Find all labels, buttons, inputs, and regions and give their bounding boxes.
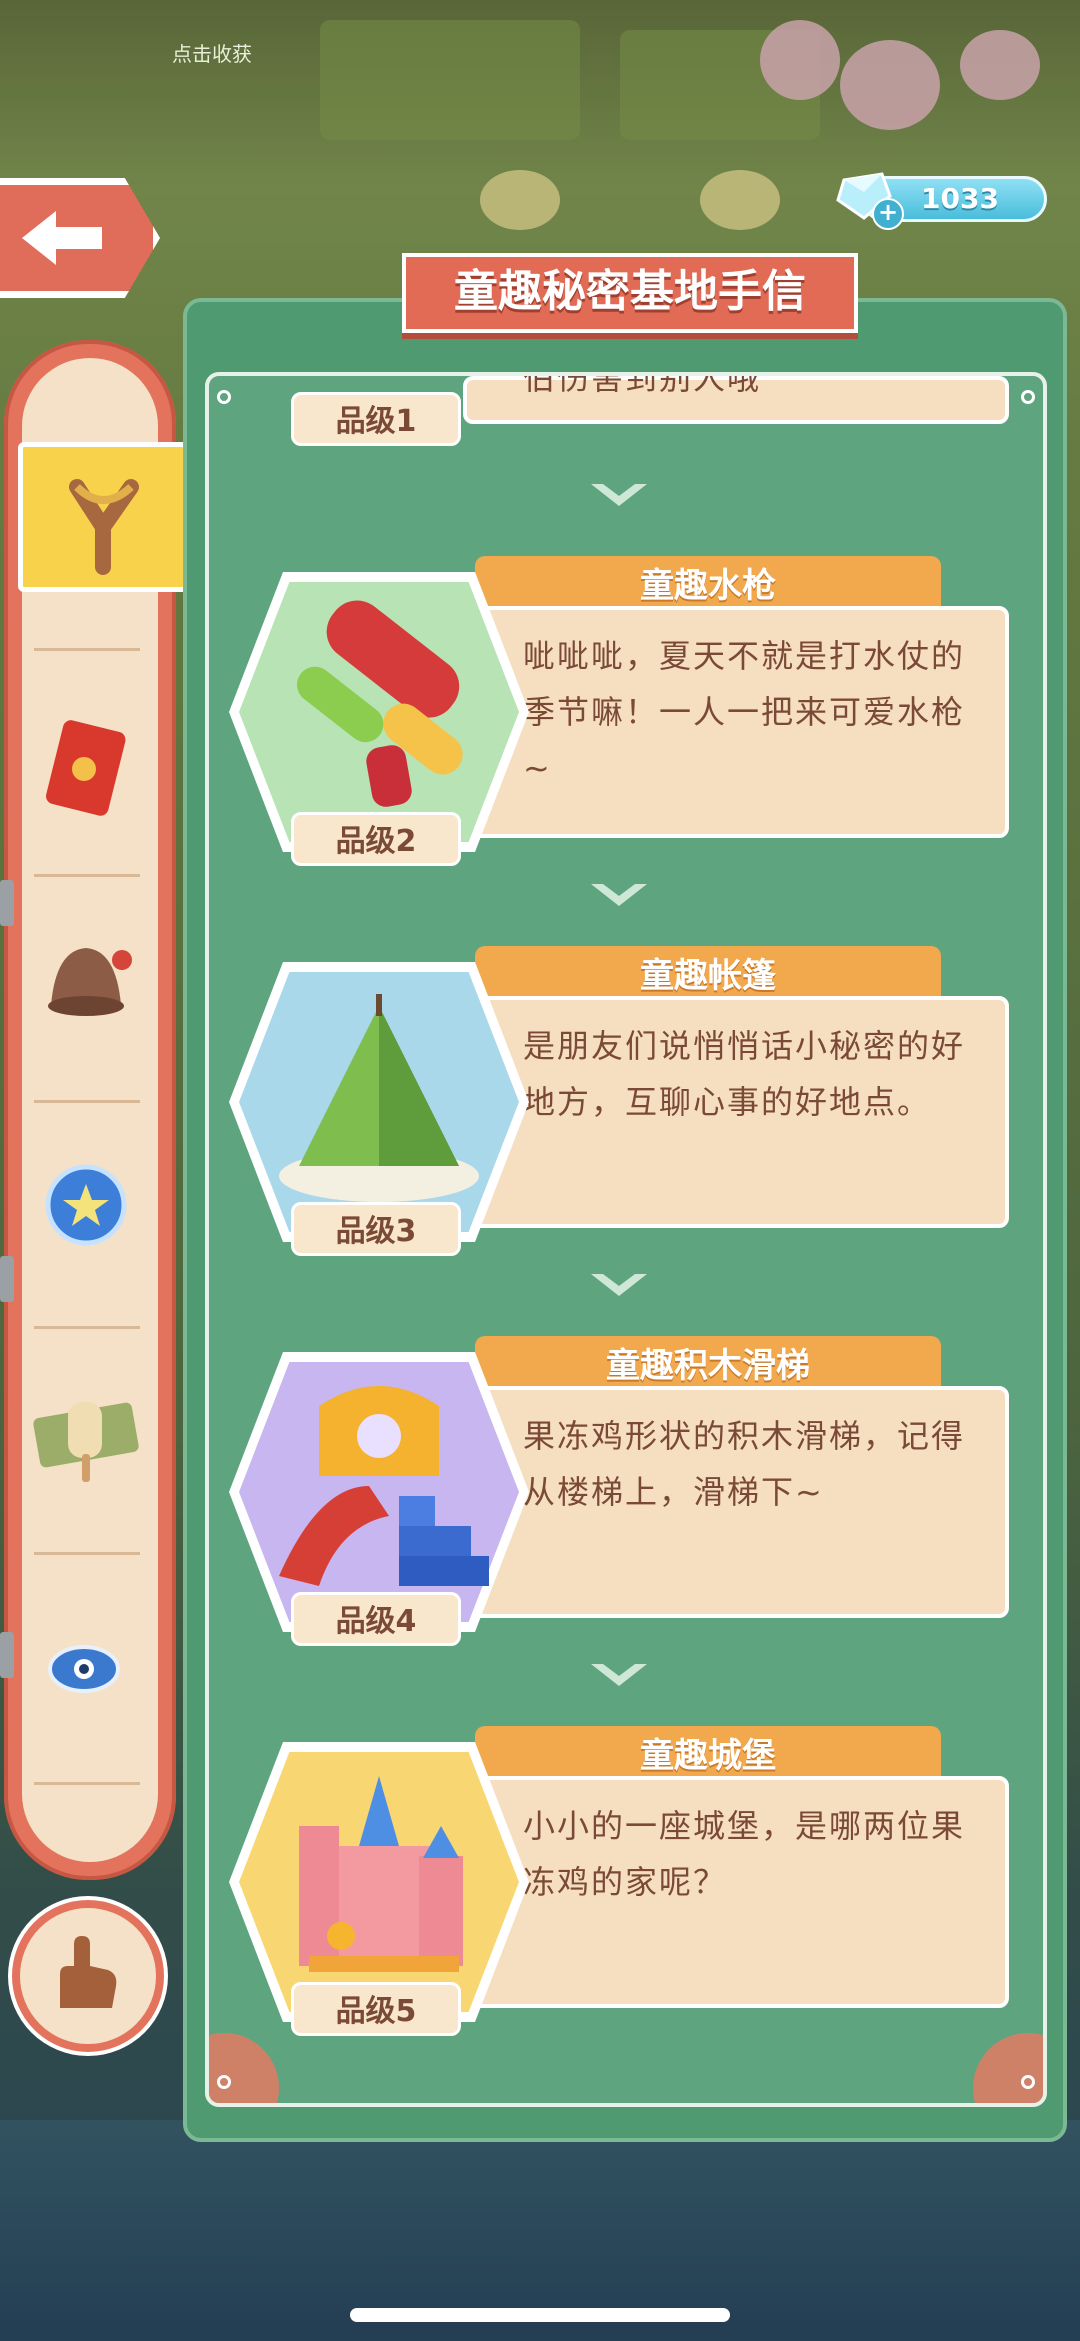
corner-deco (973, 2033, 1043, 2103)
sidebar-clip (0, 1256, 14, 1302)
eye-charm-icon (48, 1645, 120, 1693)
add-gems-button[interactable]: + (872, 198, 904, 230)
chevron-down-icon (591, 884, 647, 906)
hand-action-button[interactable] (12, 1900, 164, 2052)
sidebar-item-bell[interactable] (18, 905, 154, 1055)
sidebar-divider (34, 874, 140, 877)
chevron-down-icon (591, 1664, 647, 1686)
gem-count: 1033 (921, 182, 999, 215)
list-item[interactable]: 伯伤害到别人哦 品级1 (209, 376, 1043, 446)
bell-icon (48, 948, 132, 1016)
item-description: 果冻鸡形状的积木滑梯，记得从楼梯上，滑梯下~ (463, 1386, 1009, 1618)
item-description: 小小的一座城堡，是哪两位果冻鸡的家呢？ (463, 1776, 1009, 2008)
item-grade: 品级1 (291, 392, 461, 446)
list-item[interactable]: 童趣城堡 小小的一座城堡，是哪两位果冻鸡的家呢？ 品级5 (209, 1726, 1043, 2036)
block-slide-icon (279, 1386, 489, 1586)
sidebar-divider (34, 1100, 140, 1103)
castle-icon (299, 1776, 463, 1972)
list-item[interactable]: 童趣积木滑梯 果冻鸡形状的积木滑梯，记得从楼梯上，滑梯下~ 品级4 (209, 1336, 1043, 1646)
item-grade: 品级3 (291, 1202, 461, 1256)
sidebar-divider (34, 1782, 140, 1785)
hand-icon (60, 1936, 117, 2008)
home-indicator[interactable] (350, 2308, 730, 2322)
item-description: 是朋友们说悄悄话小秘密的好地方，互聊心事的好地点。 (463, 996, 1009, 1228)
collect-label[interactable]: 点击收获 (172, 38, 252, 67)
corner-deco (209, 2033, 279, 2103)
item-grade: 品级4 (291, 1592, 461, 1646)
sidebar-divider (34, 1326, 140, 1329)
keepsake-list[interactable]: 伯伤害到别人哦 品级1 童趣水枪 呲呲呲，夏天不就是打水仗的季节嘛！一人一把来可… (205, 372, 1047, 2107)
sidebar-divider (34, 648, 140, 651)
sidebar-clip (0, 1632, 14, 1678)
back-arrow-icon (22, 211, 102, 265)
sidebar-divider (34, 1552, 140, 1555)
sidebar-clip (0, 880, 14, 926)
tent-icon (279, 994, 479, 1202)
corner-dot (1021, 2075, 1035, 2089)
item-grade: 品级2 (291, 812, 461, 866)
sidebar-item-eye-charm[interactable] (18, 1590, 154, 1740)
item-grade: 品级5 (291, 1982, 461, 2036)
star-orb-icon (45, 1164, 127, 1246)
list-item[interactable]: 童趣帐篷 是朋友们说悄悄话小秘密的好地方，互聊心事的好地点。 品级3 (209, 946, 1043, 1256)
sidebar-item-slingshot[interactable] (18, 442, 188, 592)
sidebar-item-red-envelope[interactable] (18, 682, 154, 832)
slingshot-icon (69, 479, 139, 575)
item-description: 伯伤害到别人哦 (463, 376, 1009, 424)
popsicle-icon (33, 1402, 139, 1482)
item-partial-text: 伯伤害到别人哦 (523, 372, 762, 397)
list-item[interactable]: 童趣水枪 呲呲呲，夏天不就是打水仗的季节嘛！一人一把来可爱水枪~ 品级2 (209, 556, 1043, 866)
chevron-down-icon (591, 1274, 647, 1296)
sidebar-item-popsicle[interactable] (18, 1360, 154, 1510)
corner-dot (217, 2075, 231, 2089)
sidebar-item-star-orb[interactable] (18, 1130, 154, 1280)
water-gun-icon (297, 600, 463, 807)
chevron-down-icon (591, 484, 647, 506)
red-envelope-icon (46, 720, 126, 816)
panel-title: 童趣秘密基地手信 (402, 253, 858, 333)
item-description: 呲呲呲，夏天不就是打水仗的季节嘛！一人一把来可爱水枪~ (463, 606, 1009, 838)
